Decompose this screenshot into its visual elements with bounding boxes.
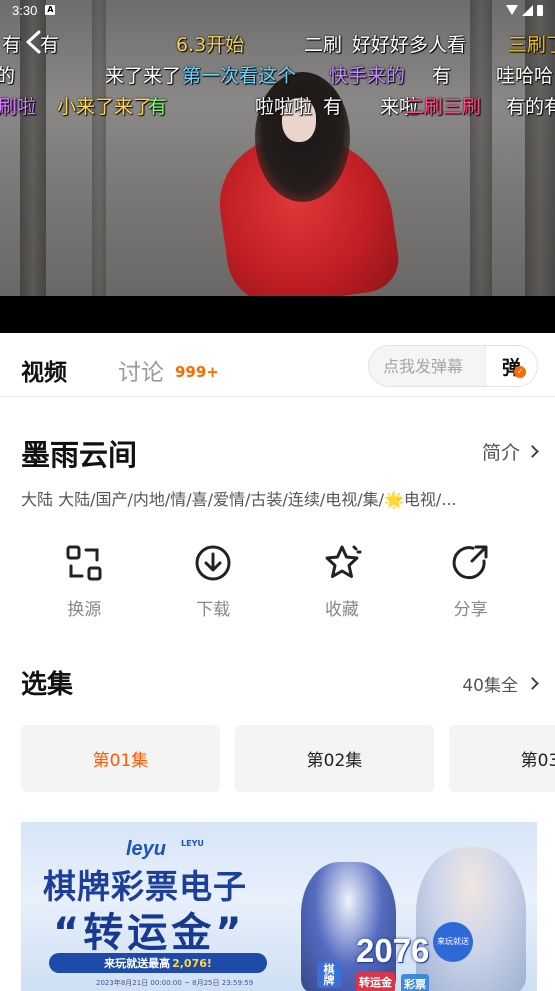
danmaku-comment: 好好好多人看 [352, 34, 467, 56]
danmaku-comment: 小来了来了 [57, 96, 153, 118]
video-frame [0, 0, 555, 312]
danmaku-comment: 6.3开始 [176, 34, 245, 56]
intro-label: 简介 [481, 442, 520, 464]
chevron-right-icon [526, 677, 539, 690]
switch-source-icon [66, 545, 102, 581]
ad-date: 2023年8月21日 00:00:00 ~ 8月25日 23:59:59 [96, 979, 254, 987]
ad-offer-text: 来玩就送最高 [104, 957, 171, 970]
ad-offer-amount: 2,076! [172, 956, 212, 970]
danmaku-comment: 有 [323, 96, 343, 118]
tree-trunk [92, 0, 106, 296]
show-title: 墨雨云间 [21, 438, 138, 472]
episode-item[interactable]: 第03集 [449, 725, 555, 792]
danmaku-comment: 有 [148, 96, 168, 118]
danmaku-comment: 快手来的 [329, 65, 406, 87]
ad-tag: 彩票 [401, 974, 429, 991]
danmaku-comment: 有的有 [506, 96, 555, 118]
show-tags: 大陆 大陆/国产/内地/情/喜/爱情/古装/连续/电视/集/🌟电视/... [21, 490, 457, 509]
action-label: 收藏 [324, 600, 359, 620]
danmaku-comment: 二刷 [304, 34, 343, 56]
share-icon [452, 545, 488, 580]
ad-character-illustration [416, 847, 526, 991]
status-time: 3:30 [12, 2, 38, 18]
ad-amount-art: 2076 [356, 932, 430, 969]
all-episodes-button[interactable]: 40集全 [462, 671, 539, 696]
action-label: 分享 [453, 600, 488, 620]
danmaku-compose: 弹 ✓ [368, 345, 538, 387]
tab-video[interactable]: 视频 [21, 353, 67, 387]
favorite-button[interactable]: 收藏 [278, 543, 407, 628]
danmaku-comment: 有 [2, 34, 22, 56]
ad-subheadline: “转运金” [53, 910, 246, 956]
letterbox-bar [0, 296, 555, 333]
intro-button[interactable]: 简介 [481, 438, 539, 465]
download-button[interactable]: 下载 [149, 543, 278, 628]
episodes-title: 选集 [21, 670, 74, 700]
share-button[interactable]: 分享 [406, 543, 535, 628]
danmaku-toggle-button[interactable]: 弹 ✓ [485, 346, 537, 386]
episode-list: 第01集 第02集 第03集 [21, 725, 555, 792]
video-player[interactable]: 3:30 A 有 有 6.3开始 二刷 好好好多人看 三刷了 的 来了来了 第一… [0, 0, 555, 333]
episode-item[interactable]: 第01集 [21, 725, 220, 792]
episode-item[interactable]: 第02集 [235, 725, 434, 792]
danmaku-comment: 哇哈哈 [496, 65, 554, 87]
danmaku-comment: 第一次看这个 [182, 65, 297, 87]
detail-tabs: 视频 讨论 999+ 弹 ✓ [0, 333, 555, 397]
danmaku-comment: 有 [432, 65, 452, 87]
download-icon [195, 545, 231, 581]
status-bar: 3:30 A [0, 0, 555, 20]
danmaku-input[interactable] [369, 346, 487, 386]
discuss-count-badge: 999+ [175, 363, 219, 381]
ad-banner[interactable]: leyu LEYU 棋牌彩票电子 “转运金” 来玩就送最高 2,076! 202… [21, 822, 537, 991]
ad-brand-sub: LEYU [181, 839, 204, 848]
tab-discuss[interactable]: 讨论 [118, 353, 164, 387]
ad-brand-logo: leyu [126, 838, 167, 860]
check-icon: ✓ [514, 366, 526, 378]
ad-badge: 来玩就送 [433, 922, 473, 962]
danmaku-comment: 二刷三刷 [405, 96, 482, 118]
signal-icon [522, 4, 533, 16]
action-label: 换源 [67, 600, 102, 620]
ad-offer-pill: 来玩就送最高 2,076! [49, 953, 267, 973]
chevron-right-icon [526, 445, 539, 458]
star-icon [325, 545, 362, 578]
danmaku-comment: 三刷了 [508, 34, 555, 56]
notification-icon: A [45, 5, 56, 15]
episodes-total: 40集全 [462, 676, 518, 696]
action-label: 下载 [196, 600, 231, 620]
switch-source-button[interactable]: 换源 [20, 543, 149, 628]
danmaku-comment: 刷啦 [0, 96, 37, 118]
ad-tag: 转运金 [356, 972, 395, 991]
danmaku-comment: 啦啦啦 [255, 96, 313, 118]
back-arrow-icon[interactable] [24, 30, 44, 54]
tree-trunk [470, 0, 492, 296]
wifi-icon [506, 5, 518, 15]
danmaku-comment: 的 [0, 65, 16, 87]
danmaku-comment: 来了来了 [105, 65, 182, 87]
ad-tag: 棋牌 [317, 962, 341, 988]
battery-icon [537, 4, 543, 16]
action-bar: 换源 下载 收藏 分享 [20, 543, 535, 628]
